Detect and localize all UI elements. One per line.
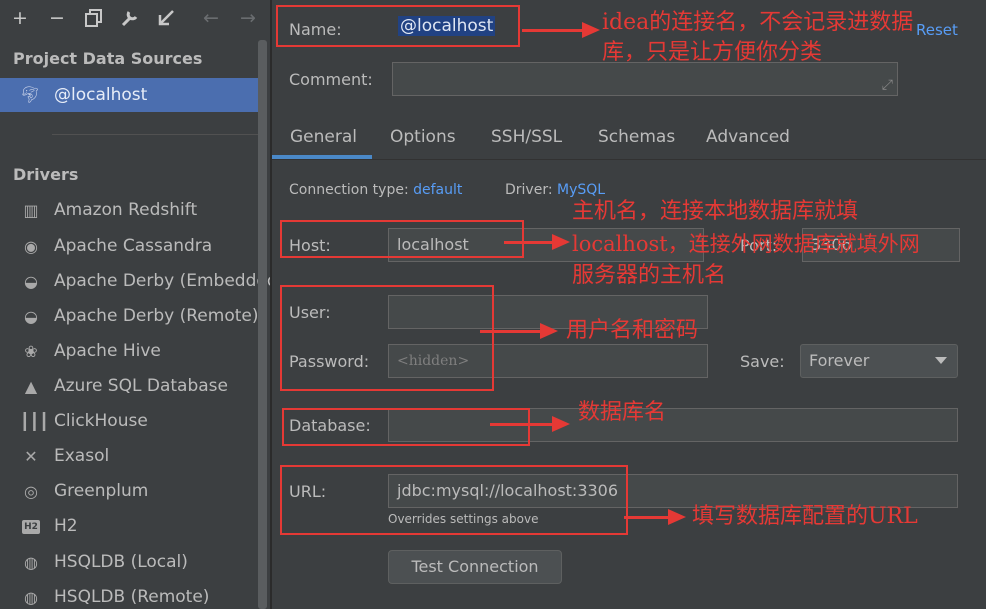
annotation-box-url [280, 465, 628, 535]
copy-icon[interactable] [82, 6, 106, 30]
driver-label: Apache Hive [54, 341, 161, 361]
data-source-label: @localhost [54, 85, 148, 105]
connection-type-row: Connection type: default [289, 182, 462, 198]
driver-label: Azure SQL Database [54, 376, 228, 396]
drivers-heading: Drivers [13, 165, 79, 184]
annotation-note-database: 数据库名 [578, 400, 667, 425]
expand-icon[interactable]: ⤢ [882, 77, 893, 93]
h2-icon: H2 [22, 520, 40, 534]
comment-label: Comment: [289, 70, 373, 89]
driver-item-apache-derby-embedded[interactable]: ◒ Apache Derby (Embedded) [0, 266, 284, 300]
project-data-sources-heading: Project Data Sources [13, 49, 203, 68]
annotation-arrow-credentials [480, 330, 542, 333]
hsqldb-icon: ◍ [24, 588, 38, 607]
wrench-icon[interactable] [118, 6, 142, 30]
annotation-box-host [280, 220, 524, 258]
plus-icon[interactable]: + [8, 6, 32, 30]
annotation-box-database [282, 408, 530, 446]
data-source-item-localhost[interactable]: 🐬︎ @localhost [0, 78, 258, 112]
driver-label: Exasol [54, 446, 110, 466]
redshift-icon: ▥ [23, 201, 39, 220]
derby-hat-icon: ◒ [24, 272, 38, 291]
chevron-down-icon [935, 357, 947, 364]
annotation-note-credentials: 用户名和密码 [566, 318, 699, 343]
annotation-arrowhead-url [668, 509, 686, 525]
minus-icon[interactable]: − [45, 6, 69, 30]
tab-divider [272, 159, 986, 160]
save-label: Save: [740, 352, 785, 371]
driver-label: Apache Derby (Remote) [54, 306, 259, 326]
driver-item-clickhouse[interactable]: ┃┃┃ ClickHouse [0, 406, 258, 440]
driver-item-apache-hive[interactable]: ❀ Apache Hive [0, 336, 258, 370]
annotation-note-name-1: idea的连接名，不会记录进数据 [602, 10, 914, 35]
driver-label: ClickHouse [54, 411, 148, 431]
save-dropdown[interactable]: Forever [800, 344, 958, 378]
annotation-arrowhead-host [552, 234, 570, 250]
driver-item-hsqldb-local[interactable]: ◍ HSQLDB (Local) [0, 547, 258, 581]
driver-item-azure-sql[interactable]: ▲ Azure SQL Database [0, 371, 258, 405]
arrow-right-icon[interactable]: → [236, 6, 260, 30]
tab-advanced[interactable]: Advanced [706, 127, 790, 147]
driver-label: HSQLDB (Local) [54, 552, 188, 572]
arrow-down-left-icon[interactable] [154, 6, 178, 30]
connection-type-link[interactable]: default [413, 182, 462, 198]
annotation-note-url: 填写数据库配置的URL [692, 504, 918, 529]
annotation-note-host-2: localhost，连接外网数据库就填外网 [572, 232, 920, 256]
sidebar-scrollbar[interactable] [258, 40, 267, 609]
tab-general[interactable]: General [290, 127, 357, 147]
driver-label: HSQLDB (Remote) [54, 587, 210, 607]
annotation-arrow-database [490, 423, 554, 426]
save-value: Forever [809, 351, 870, 370]
annotation-note-host-3: 服务器的主机名 [572, 263, 727, 288]
data-sources-panel: + − ← → Project Data Sources 🐬︎ @localho… [0, 0, 284, 609]
exasol-icon: ✕ [24, 447, 38, 466]
annotation-box-name [276, 5, 520, 47]
eye-icon: ◉ [24, 237, 38, 256]
driver-label: Apache Derby (Embedded) [54, 271, 285, 291]
tab-options[interactable]: Options [390, 127, 456, 147]
driver-item-h2[interactable]: H2 H2 [0, 511, 258, 545]
hive-icon: ❀ [24, 342, 38, 361]
annotation-note-name-2: 库，只是让方便你分类 [602, 40, 823, 65]
driver-label: Driver: [505, 182, 553, 198]
reset-link[interactable]: Reset [916, 21, 958, 39]
driver-label: Amazon Redshift [54, 200, 198, 220]
driver-item-exasol[interactable]: ✕ Exasol [0, 441, 258, 475]
driver-label: H2 [54, 516, 78, 536]
annotation-arrow-name [522, 29, 584, 32]
greenplum-icon: ◎ [24, 482, 38, 501]
annotation-arrowhead-credentials [540, 323, 558, 339]
driver-link[interactable]: MySQL [557, 182, 605, 198]
connection-type-label: Connection type: [289, 182, 409, 198]
annotation-arrowhead-database [552, 416, 570, 432]
hsqldb-icon: ◍ [24, 553, 38, 572]
driver-item-hsqldb-remote[interactable]: ◍ HSQLDB (Remote) [0, 582, 258, 609]
tab-ssh-ssl[interactable]: SSH/SSL [491, 127, 562, 147]
driver-label: Greenplum [54, 481, 149, 501]
annotation-arrowhead-name [582, 22, 600, 38]
mysql-dolphin-icon: 🐬︎ [20, 85, 41, 104]
annotation-note-host-1: 主机名，连接本地数据库就填 [572, 199, 859, 224]
driver-item-amazon-redshift[interactable]: ▥ Amazon Redshift [0, 195, 258, 229]
arrow-left-icon[interactable]: ← [199, 6, 223, 30]
test-connection-button[interactable]: Test Connection [388, 550, 562, 584]
annotation-arrow-url [624, 516, 670, 519]
clickhouse-icon: ┃┃┃ [20, 412, 49, 431]
driver-label: Apache Cassandra [54, 236, 213, 256]
annotation-box-credentials [280, 285, 494, 391]
driver-row: Driver: MySQL [505, 182, 605, 198]
annotation-arrow-host [504, 241, 554, 244]
derby-hat-icon: ◒ [24, 307, 38, 326]
divider [52, 134, 258, 135]
azure-icon: ▲ [24, 377, 38, 396]
driver-item-apache-cassandra[interactable]: ◉ Apache Cassandra [0, 231, 258, 265]
driver-item-apache-derby-remote[interactable]: ◒ Apache Derby (Remote) [0, 301, 258, 335]
tab-schemas[interactable]: Schemas [598, 127, 675, 147]
driver-item-greenplum[interactable]: ◎ Greenplum [0, 476, 258, 510]
